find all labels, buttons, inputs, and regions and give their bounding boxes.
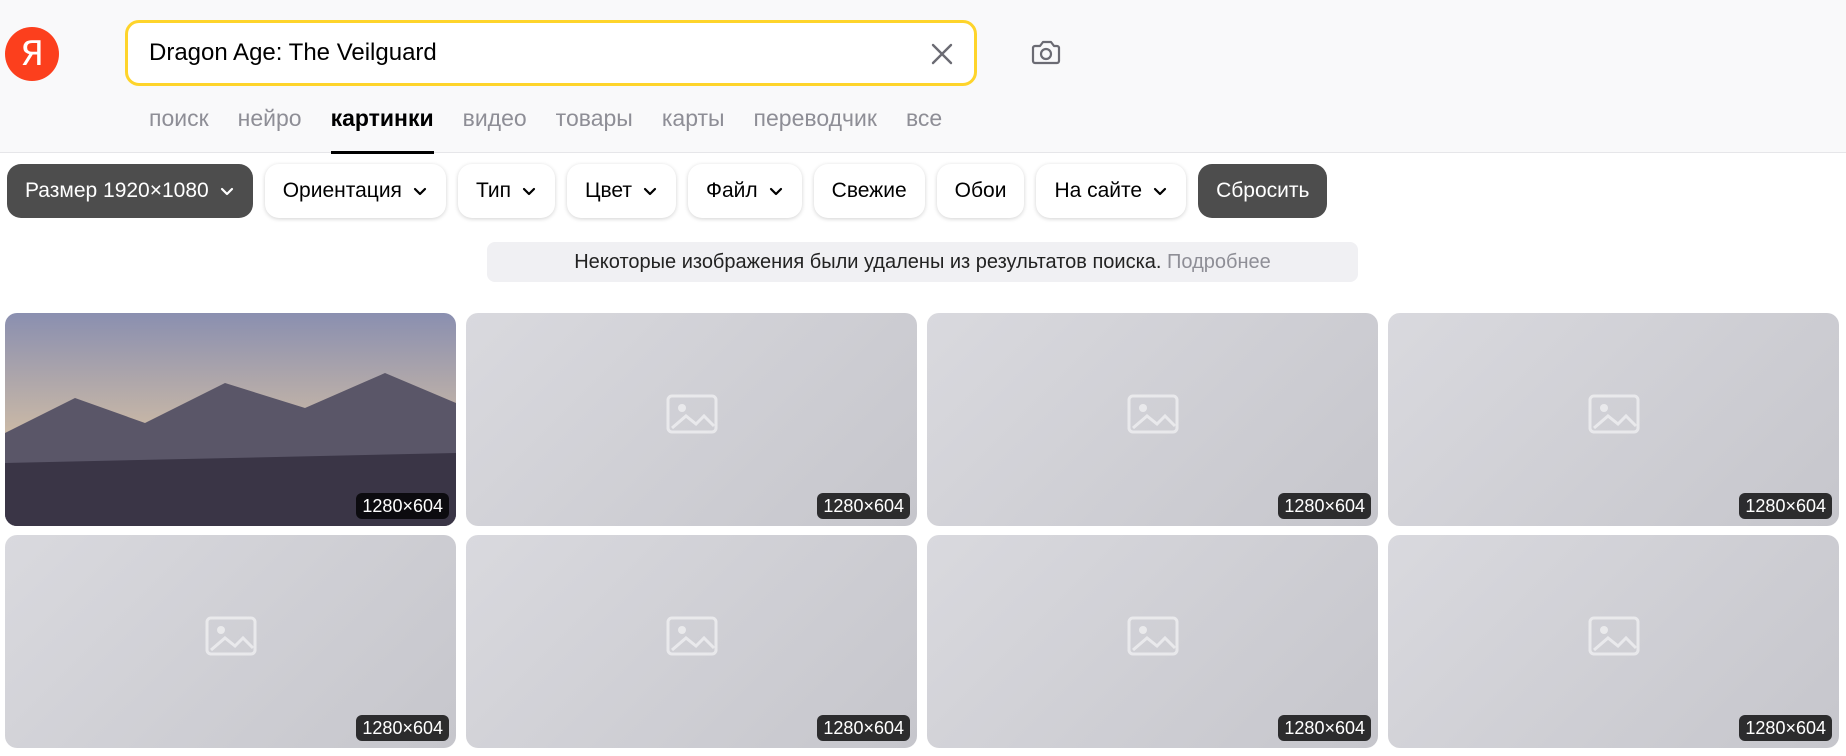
image-placeholder-icon bbox=[666, 616, 717, 655]
image-placeholder-icon bbox=[1588, 616, 1639, 655]
image-result[interactable]: 1280×604 bbox=[466, 535, 917, 748]
tab-search[interactable]: поиск bbox=[149, 104, 209, 153]
notice-text: Некоторые изображения были удалены из ре… bbox=[574, 251, 1162, 273]
close-icon[interactable] bbox=[928, 40, 956, 68]
yandex-logo[interactable]: Я bbox=[5, 27, 59, 81]
chevron-down-icon bbox=[769, 187, 782, 196]
filter-on-site-label: На сайте bbox=[1054, 179, 1143, 202]
filter-bar: Размер 1920×1080 Ориентация Тип Цвет Фай… bbox=[7, 164, 1328, 218]
image-dimensions: 1280×604 bbox=[817, 715, 910, 741]
notice-more-link[interactable]: Подробнее bbox=[1167, 251, 1271, 273]
filter-color-label: Цвет bbox=[584, 179, 633, 202]
image-results-grid: 1280×604 1280×604 1280×604 1280×604 1280… bbox=[5, 313, 1839, 748]
filter-file-label: Файл bbox=[706, 179, 758, 202]
image-result[interactable]: 1280×604 bbox=[466, 313, 917, 526]
filter-wallpapers[interactable]: Обои bbox=[936, 164, 1025, 218]
search-input[interactable] bbox=[149, 37, 909, 69]
image-dimensions: 1280×604 bbox=[356, 715, 449, 741]
removed-results-notice: Некоторые изображения были удалены из ре… bbox=[487, 242, 1358, 282]
image-dimensions: 1280×604 bbox=[1278, 715, 1371, 741]
image-dimensions: 1280×604 bbox=[1278, 493, 1371, 519]
image-placeholder-icon bbox=[1127, 616, 1178, 655]
image-dimensions: 1280×604 bbox=[356, 493, 449, 519]
chevron-down-icon bbox=[643, 187, 657, 196]
image-result[interactable]: 1280×604 bbox=[1388, 313, 1839, 526]
image-result[interactable]: 1280×604 bbox=[1388, 535, 1839, 748]
filter-orientation-label: Ориентация bbox=[282, 179, 402, 202]
tab-products[interactable]: товары bbox=[556, 104, 633, 153]
image-placeholder-icon bbox=[1127, 394, 1178, 433]
filter-type-label: Тип bbox=[475, 179, 511, 202]
filter-orientation[interactable]: Ориентация bbox=[264, 164, 446, 218]
chevron-down-icon bbox=[522, 187, 536, 196]
camera-icon[interactable] bbox=[1027, 33, 1065, 71]
image-dimensions: 1280×604 bbox=[1739, 715, 1832, 741]
reset-filters-button[interactable]: Сбросить bbox=[1198, 164, 1328, 218]
search-tabs: поиск нейро картинки видео товары карты … bbox=[149, 104, 971, 154]
filter-file[interactable]: Файл bbox=[688, 164, 802, 218]
search-box[interactable] bbox=[125, 20, 977, 86]
filter-wallpapers-label: Обои bbox=[954, 179, 1007, 202]
header: Я поиск нейро картинки видео товары карт… bbox=[0, 0, 1846, 154]
filter-fresh[interactable]: Свежие bbox=[813, 164, 925, 218]
tab-video[interactable]: видео bbox=[463, 104, 527, 153]
chevron-down-icon bbox=[413, 187, 427, 196]
tab-maps[interactable]: карты bbox=[662, 104, 725, 153]
tab-neuro[interactable]: нейро bbox=[238, 104, 302, 153]
image-result[interactable]: 1280×604 bbox=[5, 313, 456, 526]
chevron-down-icon bbox=[1153, 187, 1167, 196]
image-placeholder-icon bbox=[666, 394, 717, 433]
filter-fresh-label: Свежие bbox=[831, 179, 907, 202]
image-result[interactable]: 1280×604 bbox=[927, 313, 1378, 526]
chevron-down-icon bbox=[220, 187, 233, 196]
image-dimensions: 1280×604 bbox=[817, 493, 910, 519]
image-result[interactable]: 1280×604 bbox=[927, 535, 1378, 748]
tab-images[interactable]: картинки bbox=[330, 104, 434, 154]
image-placeholder-icon bbox=[205, 616, 256, 655]
filter-size-label: Размер 1920×1080 bbox=[25, 179, 209, 202]
tab-all[interactable]: все bbox=[906, 104, 942, 153]
reset-filters-label: Сбросить bbox=[1216, 179, 1310, 202]
tab-translator[interactable]: переводчик bbox=[754, 104, 877, 153]
filter-type[interactable]: Тип bbox=[457, 164, 555, 218]
filter-on-site[interactable]: На сайте bbox=[1036, 164, 1187, 218]
filter-color[interactable]: Цвет bbox=[566, 164, 677, 218]
image-result[interactable]: 1280×604 bbox=[5, 535, 456, 748]
image-dimensions: 1280×604 bbox=[1739, 493, 1832, 519]
image-placeholder-icon bbox=[1588, 394, 1639, 433]
filter-size[interactable]: Размер 1920×1080 bbox=[7, 164, 253, 218]
